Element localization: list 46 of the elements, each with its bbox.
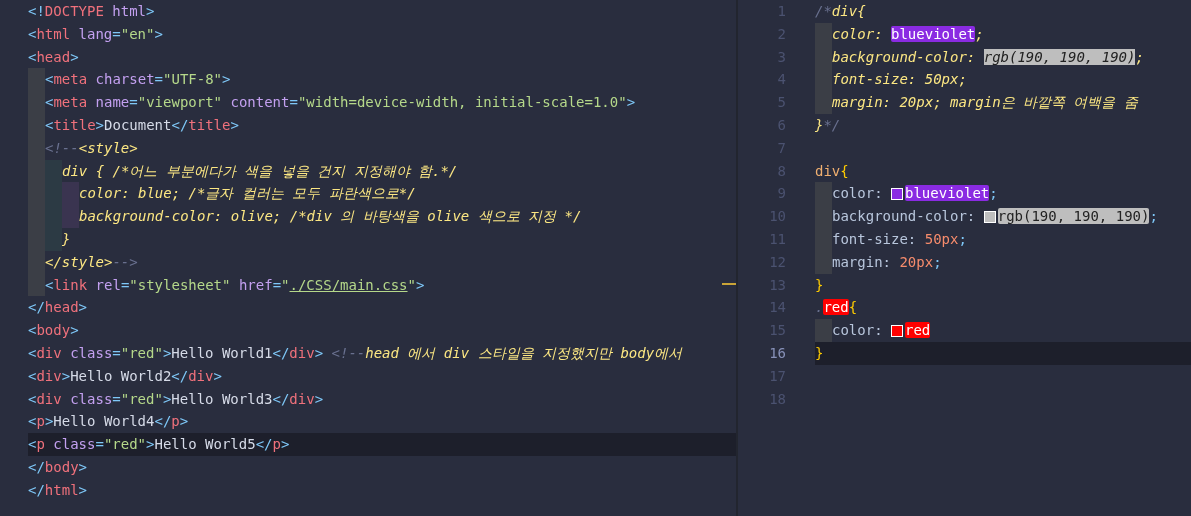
code-line: } <box>815 343 824 363</box>
code-line: background-color: rgb(190, 190, 190); <box>832 47 1144 67</box>
code-line: <p>Hello World4</p> <box>28 412 189 432</box>
indent-guide <box>815 319 832 342</box>
color-swatch-icon[interactable] <box>983 210 996 223</box>
code-text: red <box>905 321 931 341</box>
code-line: margin: 20px; <box>832 252 942 272</box>
code-line: } <box>815 275 824 295</box>
code-line: <!DOCTYPE html> <box>28 2 155 21</box>
code-text: color: <box>832 184 884 204</box>
color-swatch-icon[interactable] <box>891 324 903 337</box>
code-line: </style>--> <box>45 252 138 272</box>
code-line: font-size: 50px; <box>832 70 967 90</box>
code-line: }*/ <box>815 116 841 135</box>
code-line: color: blue; /*글자 컬러는 모두 파란색으로*/ <box>79 184 416 204</box>
code-line: <link rel="stylesheet" href="./CSS/main.css"> <box>45 275 425 295</box>
code-text: background-color: <box>832 207 977 227</box>
code-text: color: <box>832 321 884 341</box>
code-text: blueviolet; <box>905 184 998 204</box>
code-line: <meta charset="UTF-8"> <box>45 70 231 90</box>
code-line: background-color: olive; /*div 의 바탕색을 olive 색으로 지정 */ <box>79 207 582 227</box>
code-line: <div class="red">Hello World3</div> <box>28 389 324 409</box>
code-text: rgb(190, 190, 190); <box>997 207 1158 227</box>
code-line: <div>Hello World2</div> <box>28 366 222 386</box>
code-line: <head> <box>28 47 79 67</box>
code-line: </html> <box>28 480 87 500</box>
code-line: div{ <box>815 161 849 181</box>
code-line: <html lang="en"> <box>28 24 163 44</box>
line-number: 16 <box>768 343 786 363</box>
code-line: color: blueviolet; <box>832 24 984 44</box>
code-line: } <box>62 229 71 249</box>
code-line: <div class="red">Hello World1</div> <!--head 에서 div 스타일을 지정했지만 body에서 <box>28 343 683 363</box>
code-line: <!--<style> <box>45 138 138 158</box>
code-line: font-size: 50px; <box>832 229 967 249</box>
code-line: <p class="red">Hello World5</p> <box>28 435 290 455</box>
scrollbar-marker <box>722 283 736 285</box>
code-line: <body> <box>28 321 79 341</box>
color-swatch-icon[interactable] <box>891 187 903 200</box>
code-line: div { /*어느 부분에다가 색을 넣을 건지 지정해야 함.*/ <box>62 161 458 181</box>
code-line: <meta name="viewport" content="width=device-width, initial-scale=1.0"> <box>45 93 636 113</box>
code-line: /*div{ <box>815 2 866 21</box>
code-line: <title>Document</title> <box>45 116 239 135</box>
code-line: margin: 20px; margin은 바깥쪽 여백을 줌 <box>832 93 1138 113</box>
code-line: </head> <box>28 298 87 318</box>
code-line: .red{ <box>815 298 858 318</box>
code-line: </body> <box>28 457 87 477</box>
